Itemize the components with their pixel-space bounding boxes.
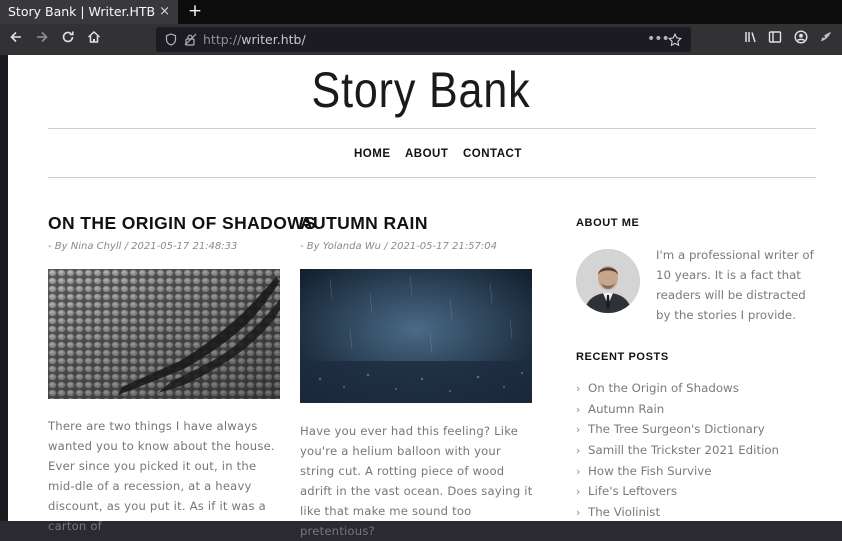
about-me-heading: ABOUT ME [576, 217, 640, 229]
post-title[interactable]: AUTUMN RAIN [300, 213, 428, 234]
site-title[interactable]: Story Bank [59, 61, 783, 119]
post-title[interactable]: ON THE ORIGIN OF SHADOWS [48, 213, 316, 234]
home-icon[interactable] [82, 28, 106, 52]
chevron-right-icon: › [576, 485, 581, 499]
reload-icon[interactable] [56, 28, 80, 52]
library-icon[interactable] [739, 28, 763, 52]
chevron-right-icon: › [576, 382, 581, 395]
address-bar[interactable]: http://writer.htb/ ••• [156, 27, 691, 52]
recent-post-item[interactable]: › How the Fish Survive [576, 461, 779, 482]
page-actions-icon[interactable]: ••• [647, 27, 670, 52]
chevron-right-icon: › [576, 402, 581, 416]
post-meta: - By Yolanda Wu / 2021-05-17 21:57:04 [300, 241, 497, 252]
post-meta: - By Nina Chyll / 2021-05-17 21:48:33 [48, 241, 238, 252]
url-protocol: http:// [203, 32, 242, 47]
window-edge [0, 55, 8, 521]
chevron-right-icon: › [576, 423, 581, 437]
back-icon[interactable] [4, 28, 28, 52]
recent-post-item[interactable]: › Autumn Rain [576, 399, 779, 420]
recent-post-item[interactable]: › Samill the Trickster 2021 Edition [576, 440, 779, 461]
recent-post-link[interactable]: How the Fish Survive [588, 464, 712, 478]
chevron-right-icon: › [576, 444, 581, 458]
forward-icon[interactable] [30, 28, 54, 52]
account-icon[interactable] [789, 28, 813, 52]
extension-icon[interactable] [814, 28, 838, 52]
insecure-lock-icon[interactable] [184, 27, 197, 52]
new-tab-button[interactable]: + [185, 0, 205, 24]
shield-icon[interactable] [165, 27, 177, 52]
chevron-right-icon: › [576, 464, 581, 478]
page-viewport: Story Bank HOME ABOUT CONTACT ON THE ORI… [0, 55, 842, 538]
post-image-autumn-rain[interactable] [300, 269, 532, 403]
recent-post-item[interactable]: › On the Origin of Shadows [576, 378, 779, 399]
recent-post-item[interactable]: › Life's Leftovers [576, 481, 779, 502]
recent-posts-heading: RECENT POSTS [576, 351, 669, 363]
url-host: writer.htb/ [241, 32, 306, 47]
nav-home-link[interactable]: HOME [354, 148, 391, 160]
recent-posts-list: › On the Origin of Shadows › Autumn Rain ›… [576, 378, 779, 523]
close-tab-icon[interactable]: × [159, 0, 170, 24]
recent-post-item[interactable]: › The Violinist [576, 502, 779, 523]
url-text[interactable]: http://writer.htb/ [203, 27, 306, 52]
tab-title: Story Bank | Writer.HTB [8, 4, 156, 19]
recent-post-item[interactable]: › The Tree Surgeon's Dictionary [576, 419, 779, 440]
header-divider-top [48, 128, 816, 129]
author-avatar [576, 249, 640, 313]
nav-contact-link[interactable]: CONTACT [463, 148, 522, 160]
recent-post-link[interactable]: Life's Leftovers [588, 484, 677, 498]
about-me-text: I'm a professional writer of 10 years. I… [656, 248, 814, 322]
tab-strip: Story Bank | Writer.HTB × + [0, 0, 842, 24]
browser-tab-active[interactable]: Story Bank | Writer.HTB × [0, 0, 178, 24]
bookmark-star-icon[interactable] [668, 27, 682, 52]
recent-post-link[interactable]: Autumn Rain [588, 402, 664, 416]
recent-post-link[interactable]: The Violinist [588, 505, 660, 519]
header-divider-bottom [48, 177, 816, 178]
recent-post-link[interactable]: Samill the Trickster 2021 Edition [588, 443, 779, 457]
sidebar-toggle-icon[interactable] [763, 28, 787, 52]
post-excerpt: There are two things I have always wante… [48, 419, 275, 533]
post-excerpt: Have you ever had this feeling? Like you… [300, 424, 533, 538]
recent-post-link[interactable]: On the Origin of Shadows [588, 381, 739, 395]
recent-post-link[interactable]: The Tree Surgeon's Dictionary [588, 422, 765, 436]
browser-toolbar: http://writer.htb/ ••• [0, 24, 842, 55]
nav-about-link[interactable]: ABOUT [405, 148, 448, 160]
post-image-shadows[interactable] [48, 269, 280, 399]
